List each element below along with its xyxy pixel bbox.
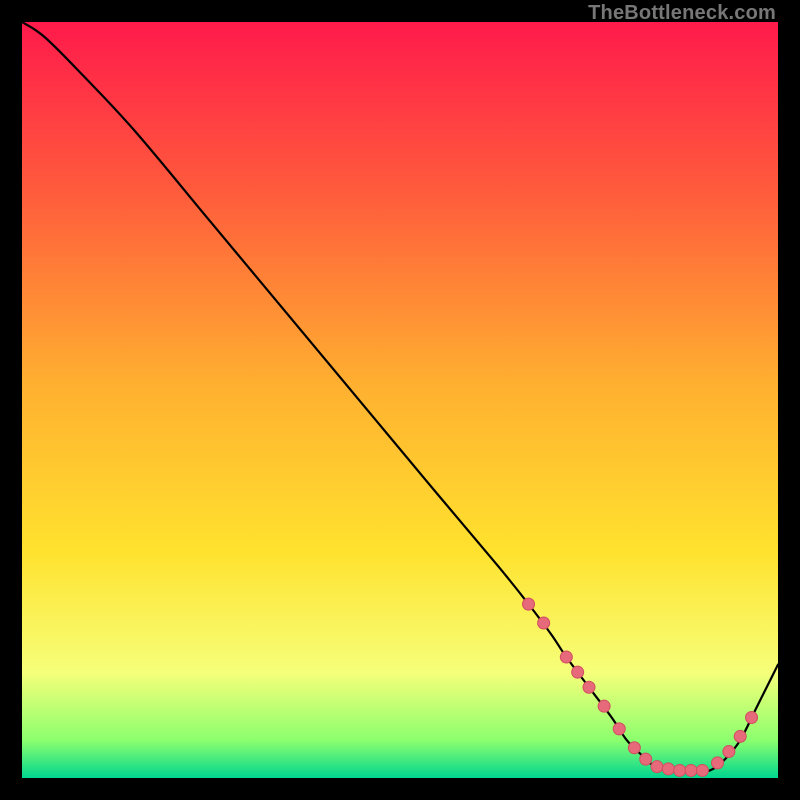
curve-marker <box>613 723 625 735</box>
curve-marker <box>712 757 724 769</box>
curve-marker <box>628 742 640 754</box>
curve-markers <box>523 598 758 776</box>
curve-marker <box>523 598 535 610</box>
curve-marker <box>734 730 746 742</box>
curve-marker <box>674 764 686 776</box>
curve-marker <box>538 617 550 629</box>
watermark-text: TheBottleneck.com <box>588 2 776 25</box>
plot-area <box>22 22 778 778</box>
curve-marker <box>651 761 663 773</box>
curve-marker <box>685 764 697 776</box>
curve-marker <box>640 753 652 765</box>
curve-marker <box>598 700 610 712</box>
curve-marker <box>560 651 572 663</box>
chart-stage: TheBottleneck.com <box>0 0 800 800</box>
curve-marker <box>583 681 595 693</box>
bottleneck-curve <box>22 22 778 771</box>
curve-marker <box>723 746 735 758</box>
curve-marker <box>746 712 758 724</box>
curve-marker <box>696 764 708 776</box>
curve-marker <box>572 666 584 678</box>
curve-layer <box>22 22 778 778</box>
curve-marker <box>662 763 674 775</box>
